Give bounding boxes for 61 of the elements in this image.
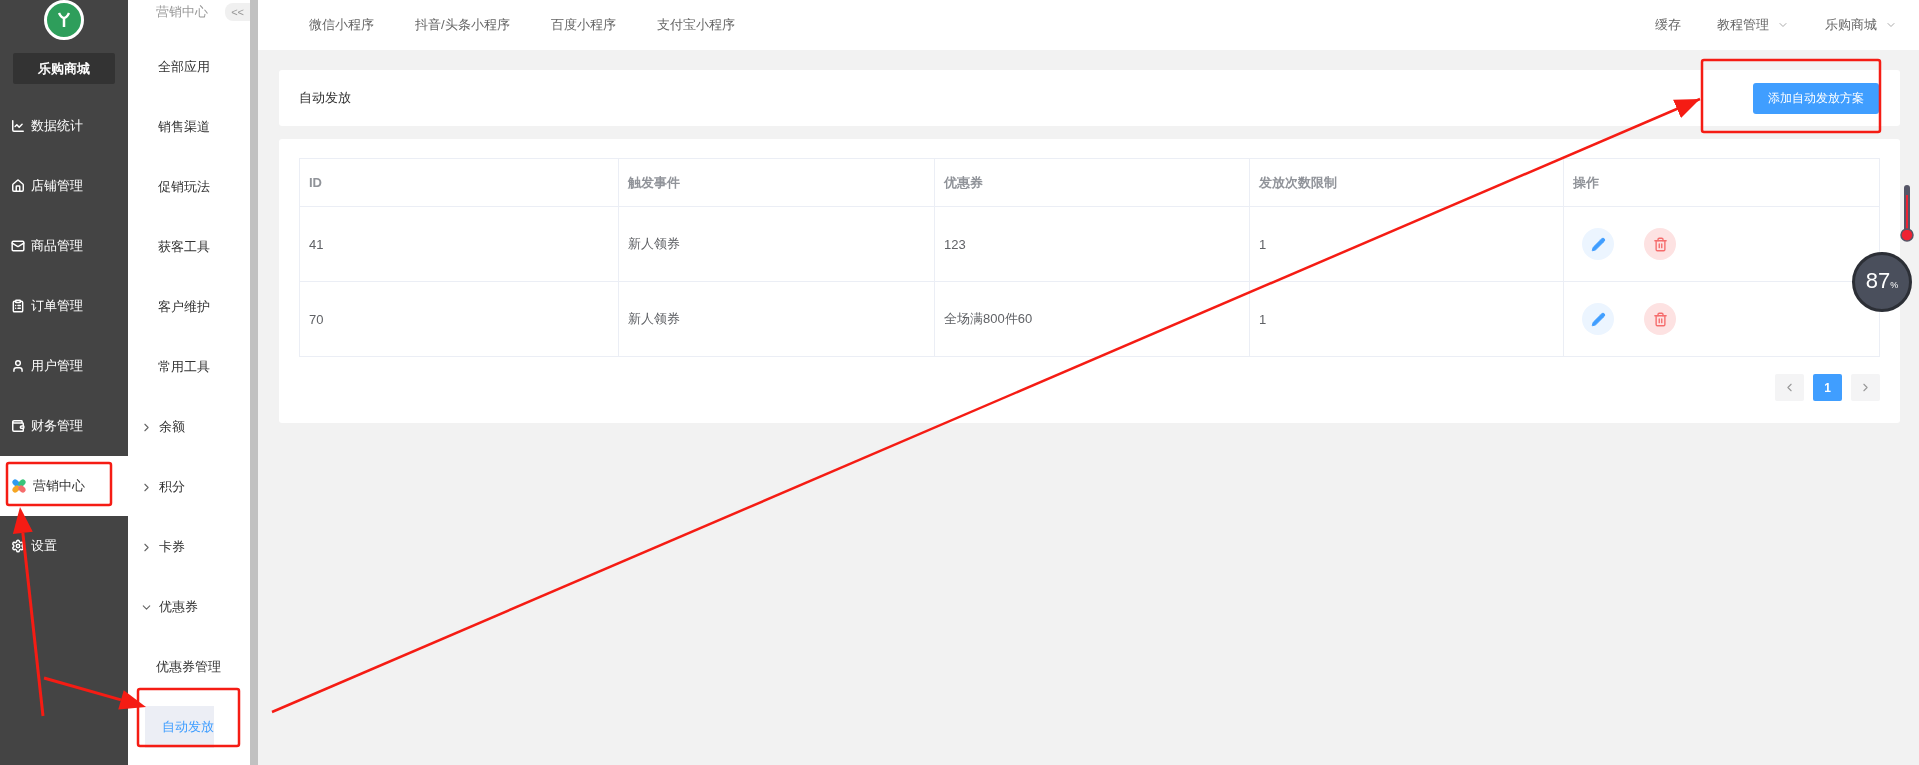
submenu-item[interactable]: 常用工具 [128, 337, 250, 397]
table-cell: 41 [300, 207, 619, 282]
nav-icon [11, 239, 25, 253]
table-cell: 1 [1250, 282, 1564, 357]
table-cell: 全场满800件60 [935, 282, 1250, 357]
delete-button[interactable] [1644, 303, 1676, 335]
submenu-group[interactable]: 余额 [128, 397, 250, 457]
nav-icon [11, 359, 25, 373]
submenu-group[interactable]: 积分 [128, 457, 250, 517]
submenu-group[interactable]: 卡券 [128, 517, 250, 577]
nav-item[interactable]: 用户管理 [0, 336, 128, 396]
submenu-item[interactable]: 销售渠道 [128, 97, 250, 157]
edit-button[interactable] [1582, 228, 1614, 260]
submenu-title: 营销中心 [156, 3, 208, 21]
top-tab[interactable]: 支付宝小程序 [656, 16, 735, 34]
trash-icon [1652, 236, 1668, 252]
submenu-item[interactable]: 全部应用 [128, 37, 250, 97]
nav-icon [11, 179, 25, 193]
top-tab[interactable]: 微信小程序 [309, 16, 374, 34]
submenu-item[interactable]: 获客工具 [128, 217, 250, 277]
nav-icon [11, 119, 25, 133]
top-menu-item[interactable]: 教程管理 [1717, 16, 1789, 34]
pencil-icon [1590, 311, 1606, 327]
nav-icon [11, 539, 25, 553]
store-name: 乐购商城 [13, 53, 115, 84]
nav-item[interactable]: 商品管理 [0, 216, 128, 276]
column-header: 发放次数限制 [1250, 159, 1564, 207]
submenu-group[interactable]: 优惠券 [128, 577, 250, 637]
column-header: 操作 [1564, 159, 1880, 207]
nav-item[interactable]: 设置 [0, 516, 128, 576]
submenu-item[interactable]: 客户维护 [128, 277, 250, 337]
nav-item[interactable]: 财务管理 [0, 396, 128, 456]
top-tab[interactable]: 百度小程序 [550, 16, 616, 34]
logo-icon [44, 0, 84, 40]
nav-icon [11, 419, 25, 433]
table-cell: 123 [935, 207, 1250, 282]
nav-item[interactable]: 营销中心 [0, 456, 128, 516]
thermometer-icon [1900, 185, 1914, 243]
table-cell: 新人领券 [619, 207, 935, 282]
edit-button[interactable] [1582, 303, 1614, 335]
delete-button[interactable] [1644, 228, 1676, 260]
column-header: 触发事件 [619, 159, 935, 207]
trash-icon [1652, 311, 1668, 327]
nav-item[interactable]: 数据统计 [0, 96, 128, 156]
submenu-child[interactable]: 优惠券管理 [145, 646, 221, 688]
colorful-petals-icon [11, 478, 27, 494]
table-cell: 新人领券 [619, 282, 935, 357]
scrollbar[interactable] [250, 0, 258, 765]
column-header: 优惠券 [935, 159, 1250, 207]
top-menu-item[interactable]: 缓存 [1655, 16, 1681, 34]
top-tab[interactable]: 抖音/头条小程序 [415, 16, 510, 34]
nav-item[interactable]: 订单管理 [0, 276, 128, 336]
top-menu-item[interactable]: 乐购商城 [1825, 16, 1897, 34]
nav-item[interactable]: 店铺管理 [0, 156, 128, 216]
table-cell: 1 [1250, 207, 1564, 282]
column-header: ID [300, 159, 619, 207]
table-cell: 70 [300, 282, 619, 357]
pencil-icon [1590, 236, 1606, 252]
nav-icon [11, 299, 25, 313]
submenu-item[interactable]: 促销玩法 [128, 157, 250, 217]
page-title: 自动发放 [299, 89, 351, 107]
